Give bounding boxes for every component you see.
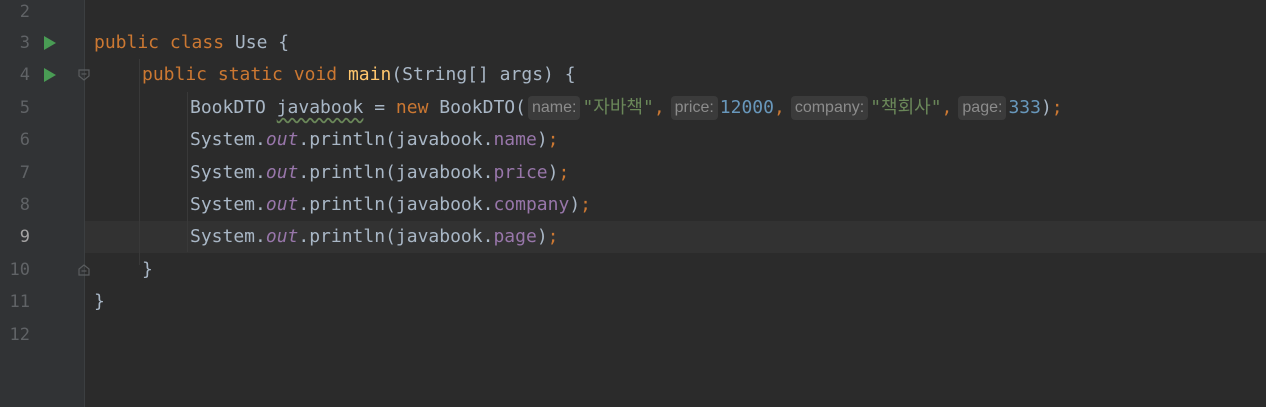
param-hint-page: page: — [958, 96, 1007, 120]
code-line-10[interactable]: } — [142, 254, 1266, 286]
params: (String[] args) { — [391, 64, 576, 85]
type-name: BookDTO — [190, 97, 266, 118]
line-number: 8 — [19, 195, 30, 215]
method-call: .println(javabook. — [298, 226, 494, 247]
close-paren: ) — [1040, 97, 1052, 118]
method-call: .println(javabook. — [298, 129, 494, 150]
static-field: out — [265, 162, 299, 183]
arg-price: 12000 — [719, 97, 774, 118]
code-line-3[interactable]: public class Use { — [94, 27, 1266, 59]
close-paren: ) — [536, 129, 548, 150]
keyword: public — [94, 32, 160, 53]
semicolon: ; — [580, 194, 591, 215]
semicolon: ; — [547, 129, 559, 150]
fold-start-icon[interactable] — [78, 69, 90, 81]
code-line-11[interactable]: } — [94, 286, 1266, 318]
comma: , — [773, 97, 785, 118]
param-hint-name: name: — [527, 96, 581, 120]
static-field: out — [265, 194, 299, 215]
keyword-new: new — [395, 97, 429, 118]
code-line-7[interactable]: System.out.println(javabook.price); — [190, 157, 1266, 189]
semicolon: ; — [547, 226, 559, 247]
close-paren: ) — [547, 162, 559, 183]
code-line-5[interactable]: BookDTO javabook = new BookDTO(name: "자바책… — [190, 92, 1266, 124]
static-field: out — [265, 226, 299, 247]
class-ref: System. — [190, 129, 266, 150]
keyword: void — [293, 64, 338, 85]
method-call: .println(javabook. — [298, 162, 494, 183]
field-ref: company — [493, 194, 570, 215]
indent-guide — [187, 92, 188, 252]
fold-end-icon[interactable] — [78, 264, 90, 276]
field-ref: name — [493, 129, 537, 150]
semicolon: ; — [1051, 97, 1063, 118]
assign-op: = — [363, 97, 396, 118]
comma: , — [941, 97, 953, 118]
semicolon: ; — [558, 162, 570, 183]
line-number: 10 — [9, 260, 30, 280]
line-number: 2 — [19, 2, 30, 22]
static-field: out — [265, 129, 299, 150]
param-hint-company: company: — [790, 96, 869, 120]
run-main-icon[interactable] — [44, 68, 56, 82]
close-paren: ) — [536, 226, 548, 247]
comma: , — [653, 97, 665, 118]
close-paren: ) — [569, 194, 581, 215]
constructor-call: BookDTO( — [428, 97, 526, 118]
class-ref: System. — [190, 226, 266, 247]
param-hint-price: price: — [670, 96, 718, 120]
run-class-icon[interactable] — [44, 36, 56, 50]
arg-page: 333 — [1008, 97, 1041, 118]
close-brace: } — [142, 259, 153, 280]
close-brace: } — [94, 291, 105, 312]
line-number: 3 — [19, 33, 30, 53]
field-ref: page — [493, 226, 537, 247]
variable-name: javabook — [276, 97, 364, 118]
code-line-6[interactable]: System.out.println(javabook.name); — [190, 124, 1266, 156]
keyword: static — [217, 64, 283, 85]
class-name: Use — [234, 32, 268, 53]
brace: { — [267, 32, 290, 53]
line-number: 7 — [19, 163, 30, 183]
line-number: 11 — [9, 292, 30, 312]
keyword: class — [169, 32, 225, 53]
class-ref: System. — [190, 162, 266, 183]
arg-name: "자바책" — [582, 97, 654, 118]
code-line-9[interactable]: System.out.println(javabook.page); — [190, 221, 1266, 253]
line-number: 5 — [19, 98, 30, 118]
method-name: main — [347, 64, 392, 85]
line-number-current: 9 — [19, 227, 30, 247]
code-line-8[interactable]: System.out.println(javabook.company); — [190, 189, 1266, 221]
method-call: .println(javabook. — [298, 194, 494, 215]
indent-guide — [139, 59, 140, 265]
keyword: public — [142, 64, 208, 85]
field-ref: price — [493, 162, 548, 183]
arg-company: "책회사" — [870, 97, 942, 118]
code-line-4[interactable]: public static void main(String[] args) { — [142, 59, 1266, 91]
line-number: 4 — [19, 65, 30, 85]
line-number: 6 — [19, 130, 30, 150]
class-ref: System. — [190, 194, 266, 215]
line-number: 12 — [9, 325, 30, 345]
